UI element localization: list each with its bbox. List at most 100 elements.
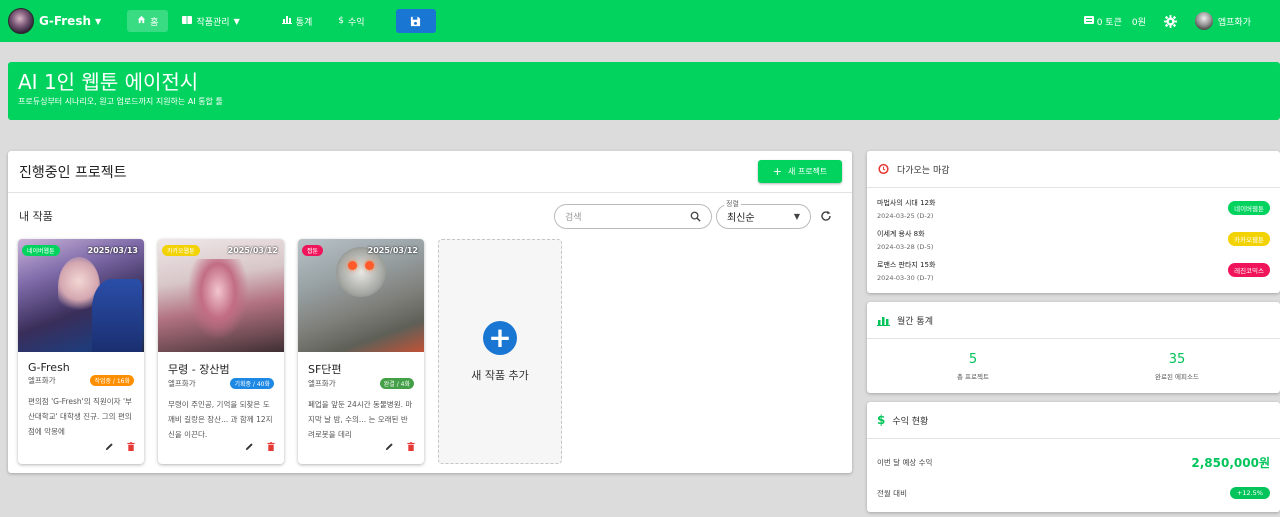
deadline-date: 2024-03-25 (D-2) — [877, 212, 934, 220]
alarm-clock-icon — [877, 160, 890, 179]
thumbnail-figure — [348, 261, 357, 270]
book-icon — [182, 15, 193, 27]
platform-badge: 짭툰 — [302, 245, 324, 256]
work-title: 무령 - 장산범 — [168, 363, 230, 376]
work-author: 엘프화가 — [28, 376, 56, 385]
status-badge: 기획중 / 40화 — [230, 378, 274, 389]
stat-completed-episodes: 35 완료된 에피소드 — [1117, 352, 1237, 381]
work-description: 편의점 'G-Fresh'의 직원이자 '부산대학교' 대학생 진규. 그의 편… — [28, 397, 132, 436]
work-card[interactable]: 네이버웹툰 2025/03/13 G-Fresh 엘프화가 작업중 / 16화 … — [18, 239, 144, 464]
work-title: SF단편 — [308, 363, 342, 376]
projects-header: 진행중인 프로젝트 + 새 프로젝트 — [8, 151, 852, 193]
deadlines-header: 다가오는 마감 — [867, 151, 1280, 188]
sort-select[interactable]: 정렬 최신순 ▼ — [716, 199, 811, 229]
deadlines-title: 다가오는 마감 — [897, 165, 950, 176]
hero-banner: AI 1인 웹툰 에이전시 프로듀싱부터 시나리오, 원고 업로드까지 지원하는… — [8, 62, 1280, 120]
bar-chart-icon — [877, 311, 890, 330]
expected-revenue-value: 2,850,000원 — [1191, 456, 1270, 470]
search-input[interactable]: 검색 — [554, 204, 712, 229]
work-card[interactable]: 카카오웹툰 2025/03/12 무령 - 장산범 엘프화가 기획중 / 40화… — [158, 239, 284, 464]
token-balance[interactable]: 0 토큰 — [1083, 15, 1122, 28]
monthly-stats-card: 월간 통계 5 총 프로젝트 35 완료된 에피소드 — [867, 302, 1280, 393]
edit-icon[interactable] — [385, 436, 394, 455]
monthly-stats-header: 월간 통계 — [867, 302, 1280, 339]
trash-icon[interactable] — [267, 436, 275, 455]
revenue-title: 수익 현황 — [892, 416, 929, 427]
deadlines-card: 다가오는 마감 마법사의 시대 12화 2024-03-25 (D-2) 네이버… — [867, 151, 1280, 293]
expected-revenue-label: 이번 달 예상 수익 — [877, 458, 933, 467]
new-project-button[interactable]: + 새 프로젝트 — [758, 160, 842, 183]
expected-revenue-row: 이번 달 예상 수익 2,850,000원 — [877, 454, 1270, 471]
work-date: 2025/03/12 — [227, 246, 278, 255]
work-thumbnail: 카카오웹툰 2025/03/12 — [158, 239, 284, 352]
nav-stats[interactable]: 통계 — [272, 10, 323, 32]
bar-chart-icon — [281, 15, 292, 27]
platform-badge: 네이버웹툰 — [1228, 201, 1270, 215]
thumbnail-figure — [365, 261, 374, 270]
add-work-card[interactable]: + 새 작품 추가 — [438, 239, 562, 464]
work-title: G-Fresh — [28, 361, 70, 374]
search-icon — [690, 207, 701, 226]
top-bar: G-Fresh ▼ 홈 작품관리 ▼ 통계 $ 수익 0 토큰 0원 엡프화가 — [0, 0, 1280, 42]
sort-value: 최신순 — [727, 213, 755, 224]
gear-icon[interactable] — [1163, 14, 1177, 28]
thumbnail-figure — [188, 259, 248, 339]
stat-value: 35 — [1168, 352, 1186, 367]
work-author: 엘프화가 — [308, 379, 336, 388]
user-name: 엡프화가 — [1217, 17, 1251, 28]
refresh-icon[interactable] — [818, 208, 834, 224]
brand-menu[interactable]: G-Fresh ▼ — [8, 8, 101, 34]
hero-title: AI 1인 웹툰 에이전시 — [18, 70, 199, 94]
chevron-down-icon: ▼ — [95, 16, 102, 26]
status-badge: 작업중 / 16화 — [90, 375, 134, 386]
platform-badge: 네이버웹툰 — [22, 245, 60, 256]
edit-icon[interactable] — [105, 436, 114, 455]
user-menu[interactable]: 엡프화가 — [1194, 12, 1251, 30]
trash-icon[interactable] — [127, 436, 135, 455]
list-item[interactable]: 로맨스 판타지 15화 2024-03-30 (D-7) 레진코믹스 — [877, 260, 1270, 286]
status-badge: 완결 / 4화 — [379, 378, 414, 389]
brand-avatar — [8, 8, 34, 34]
deadline-name: 마법사의 시대 12화 — [877, 199, 936, 207]
deadline-date: 2024-03-30 (D-7) — [877, 274, 934, 282]
monthly-stats-title: 월간 통계 — [897, 316, 933, 327]
work-date: 2025/03/12 — [367, 246, 418, 255]
deadline-date: 2024-03-28 (D-5) — [877, 243, 934, 251]
projects-title: 진행중인 프로젝트 — [19, 164, 127, 181]
trash-icon[interactable] — [407, 436, 415, 455]
work-date: 2025/03/13 — [87, 246, 138, 255]
caret-down-icon: ▼ — [793, 212, 800, 221]
plus-icon: + — [772, 165, 782, 178]
hero-subtitle: 프로듀싱부터 시나리오, 원고 업로드까지 지원하는 AI 통합 툴 — [18, 97, 223, 106]
projects-card: 진행중인 프로젝트 + 새 프로젝트 내 작품 검색 정렬 최신순 ▼ 네이버웹… — [8, 151, 852, 473]
nav-works[interactable]: 작품관리 ▼ — [172, 10, 249, 32]
nav-revenue[interactable]: $ 수익 — [328, 10, 374, 32]
token-text: 0 토큰 — [1096, 17, 1122, 28]
work-thumbnail: 네이버웹툰 2025/03/13 — [18, 239, 144, 352]
home-icon — [137, 15, 146, 27]
save-button[interactable] — [395, 9, 436, 33]
revenue-card: $ 수익 현황 이번 달 예상 수익 2,850,000원 전월 대비 +12.… — [867, 402, 1280, 512]
stat-total-projects: 5 총 프로젝트 — [913, 352, 1033, 381]
nav-home-label: 홈 — [150, 17, 159, 28]
work-author: 엘프화가 — [168, 379, 196, 388]
nav-home[interactable]: 홈 — [127, 10, 169, 32]
brand-name: G-Fresh — [39, 14, 92, 28]
edit-icon[interactable] — [245, 436, 254, 455]
avatar — [1194, 12, 1213, 30]
list-item[interactable]: 이세계 용사 8화 2024-03-28 (D-5) 카카오웹툰 — [877, 229, 1270, 255]
revenue-header: $ 수익 현황 — [867, 402, 1280, 439]
top-right: 0 토큰 0원 엡프화가 — [1083, 0, 1280, 42]
dollar-icon: $ — [877, 413, 886, 427]
platform-badge: 카카오웹툰 — [1228, 232, 1270, 246]
my-works-heading: 내 작품 — [19, 210, 53, 223]
won-balance: 0원 — [1131, 17, 1146, 28]
sort-label: 정렬 — [724, 199, 741, 209]
new-project-label: 새 프로젝트 — [787, 167, 828, 176]
work-card[interactable]: 짭툰 2025/03/12 SF단편 엘프화가 완결 / 4화 폐업을 앞둔 2… — [298, 239, 424, 464]
save-icon — [410, 12, 421, 31]
list-item[interactable]: 마법사의 시대 12화 2024-03-25 (D-2) 네이버웹툰 — [877, 198, 1270, 224]
nav-stats-label: 통계 — [295, 17, 313, 28]
nav-works-label: 작품관리 — [196, 17, 230, 28]
stat-label: 총 프로젝트 — [957, 373, 989, 381]
